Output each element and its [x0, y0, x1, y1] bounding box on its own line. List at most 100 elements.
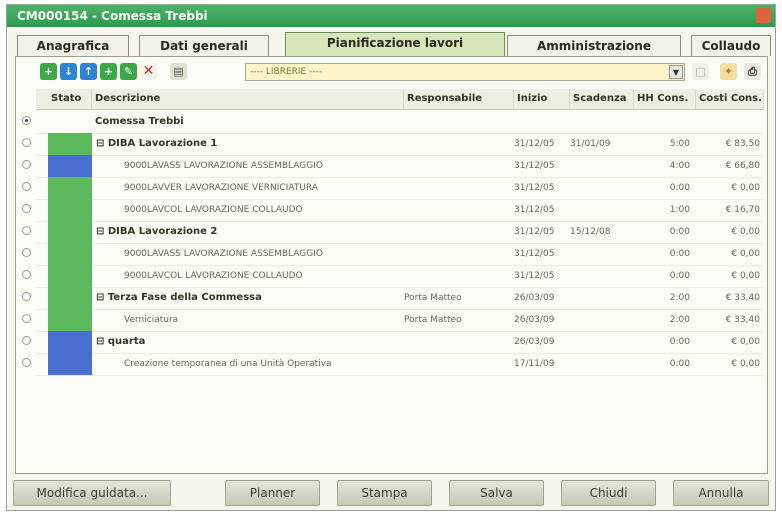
cell-hh-text: 0:00	[669, 271, 690, 281]
col-hh-cons[interactable]: HH Cons.	[634, 89, 696, 109]
collapse-toggle-icon[interactable]: ⊟	[96, 292, 108, 303]
close-icon[interactable]	[756, 8, 771, 23]
row-select-radio[interactable]	[22, 182, 31, 191]
row-select-radio[interactable]	[22, 226, 31, 235]
table-row[interactable]: ⊟ DIBA Lavorazione 2 31/12/05 15/12/08 0:00…	[22, 221, 764, 244]
cell-hh: 0:00	[634, 221, 690, 243]
status-swatch	[48, 309, 92, 331]
row-select-radio[interactable]	[22, 116, 31, 125]
tab-amministrazione[interactable]: Amministrazione	[507, 35, 681, 56]
planner-button[interactable]: Planner	[225, 480, 320, 506]
add-icon[interactable]: +	[40, 63, 57, 80]
stampa-button[interactable]: Stampa	[337, 480, 432, 506]
cell-responsabile-text: Porta Matteo	[404, 315, 462, 325]
annulla-button[interactable]: Annulla	[673, 480, 769, 506]
collapse-toggle-icon[interactable]: ⊟	[96, 138, 108, 149]
row-select-radio[interactable]	[22, 204, 31, 213]
col-costi-cons[interactable]: Costi Cons.	[696, 89, 764, 109]
library-combo[interactable]: ---- LIBRERIE ---- ▼	[245, 63, 685, 81]
cell-costi: € 0,00	[696, 243, 760, 265]
delete-icon[interactable]: ✕	[140, 63, 157, 80]
collapse-toggle-icon[interactable]: ⊟	[96, 226, 108, 237]
cell-descrizione: Creazione temporanea di una Unità Operat…	[124, 353, 404, 375]
table-row[interactable]: ⊟ Terza Fase della Commessa Porta Matteo 2…	[22, 287, 764, 310]
table-row[interactable]: 9000LAVVER LAVORAZIONE VERNICIATURA 31/12…	[22, 177, 764, 200]
tab-dati-generali[interactable]: Dati generali	[139, 35, 269, 56]
col-descrizione[interactable]: Descrizione	[92, 89, 404, 109]
table-row[interactable]: 9000LAVASS LAVORAZIONE ASSEMBLAGGIO 31/12…	[22, 155, 764, 178]
table-row[interactable]: ⊟ quarta 26/03/09 0:00 € 0,00	[22, 331, 764, 354]
col-responsabile[interactable]: Responsabile	[404, 89, 514, 109]
cell-scadenza	[570, 353, 634, 375]
move-down-icon[interactable]: ↓	[60, 63, 77, 80]
add-child-icon[interactable]: +	[100, 63, 117, 80]
printer-icon[interactable]: ⎙	[744, 63, 761, 80]
col-stato[interactable]: Stato	[48, 89, 92, 109]
cell-costi: € 33,40	[696, 309, 760, 331]
tab-panel: + ↓ ↑ + ✎ ✕ ▤ ---- LIBRERIE ---- ▼ □ ✦ ⎙…	[15, 56, 768, 474]
cell-descrizione-text: 9000LAVVER LAVORAZIONE VERNICIATURA	[124, 183, 318, 193]
cell-responsabile: Porta Matteo	[404, 309, 514, 331]
cell-descrizione: ⊟ quarta	[96, 331, 404, 353]
table-row[interactable]: 9000LAVASS LAVORAZIONE ASSEMBLAGGIO 31/12…	[22, 243, 764, 266]
cell-hh: 0:00	[634, 265, 690, 287]
cell-descrizione: 9000LAVCOL LAVORAZIONE COLLAUDO	[124, 265, 404, 287]
cell-costi-text: € 33,40	[725, 315, 760, 325]
tab-collaudo[interactable]: Collaudo	[691, 35, 771, 56]
cell-descrizione: ⊟ DIBA Lavorazione 2	[96, 221, 404, 243]
cell-hh-text: 0:00	[669, 337, 690, 347]
row-select-radio[interactable]	[22, 292, 31, 301]
table-row[interactable]: 9000LAVCOL LAVORAZIONE COLLAUDO 31/12/05 1…	[22, 199, 764, 222]
salva-button[interactable]: Salva	[449, 480, 544, 506]
cell-descrizione: Verniciatura	[124, 309, 404, 331]
cell-descrizione-text: Verniciatura	[124, 315, 179, 325]
collapse-toggle-icon[interactable]: ⊟	[96, 336, 108, 347]
row-select-radio[interactable]	[22, 248, 31, 257]
edit-icon[interactable]: ✎	[120, 63, 137, 80]
row-select-radio[interactable]	[22, 358, 31, 367]
cell-hh: 0:00	[634, 243, 690, 265]
move-up-icon[interactable]: ↑	[80, 63, 97, 80]
tools-icon[interactable]: ✦	[720, 63, 737, 80]
chevron-down-icon[interactable]: ▼	[669, 65, 683, 79]
table-row[interactable]: Verniciatura Porta Matteo 26/03/09 2:00 € 33…	[22, 309, 764, 332]
cell-responsabile	[404, 243, 514, 265]
cell-hh-text: 0:00	[669, 359, 690, 369]
cell-inizio: 26/03/09	[514, 309, 570, 331]
cell-descrizione-text: DIBA Lavorazione 2	[107, 226, 218, 237]
table-row[interactable]: Creazione temporanea di una Unità Operat…	[22, 353, 764, 376]
col-scadenza[interactable]: Scadenza	[570, 89, 634, 109]
row-select-radio[interactable]	[22, 138, 31, 147]
cell-scadenza	[570, 111, 634, 133]
row-select-radio[interactable]	[22, 160, 31, 169]
cell-inizio-text: 17/11/09	[514, 359, 555, 369]
chiudi-button[interactable]: Chiudi	[561, 480, 656, 506]
cell-costi-text: € 0,00	[731, 183, 760, 193]
cell-scadenza	[570, 331, 634, 353]
print-preview-icon[interactable]: ▤	[170, 63, 187, 80]
modifica-guidata-button[interactable]: Modifica guidata...	[13, 480, 171, 506]
table-row[interactable]: 9000LAVCOL LAVORAZIONE COLLAUDO 31/12/05 0…	[22, 265, 764, 288]
cell-hh: 5:00	[634, 133, 690, 155]
cell-inizio: 31/12/05	[514, 265, 570, 287]
tab-anagrafica[interactable]: Anagrafica	[17, 35, 129, 56]
row-select-radio[interactable]	[22, 336, 31, 345]
cell-hh	[634, 111, 690, 133]
cell-hh: 0:00	[634, 353, 690, 375]
col-inizio[interactable]: Inizio	[514, 89, 570, 109]
blank-page-icon[interactable]: □	[692, 63, 709, 80]
cell-hh: 4:00	[634, 155, 690, 177]
cell-inizio-text: 26/03/09	[514, 293, 555, 303]
row-select-radio[interactable]	[22, 314, 31, 323]
cell-scadenza-text: 31/01/09	[570, 139, 611, 149]
cell-inizio: 31/12/05	[514, 221, 570, 243]
cell-costi: € 0,00	[696, 177, 760, 199]
table-row[interactable]: ⊟ DIBA Lavorazione 1 31/12/05 31/01/09 5:00…	[22, 133, 764, 156]
cell-inizio-text: 31/12/05	[514, 183, 555, 193]
cell-responsabile	[404, 265, 514, 287]
cell-costi-text: € 0,00	[731, 337, 760, 347]
cell-hh: 0:00	[634, 331, 690, 353]
tab-pianificazione-lavori[interactable]: Pianificazione lavori	[285, 32, 505, 57]
row-select-radio[interactable]	[22, 270, 31, 279]
table-row[interactable]: Comessa Trebbi	[22, 111, 764, 134]
